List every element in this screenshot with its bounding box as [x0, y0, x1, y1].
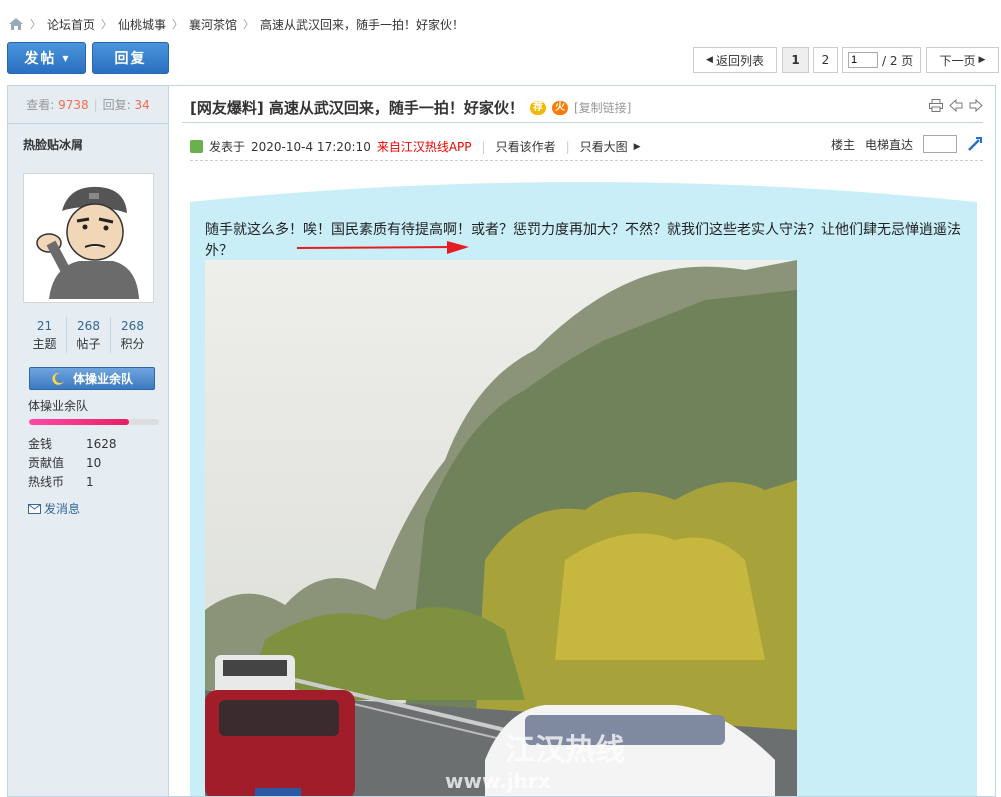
views-count: 9738 — [58, 97, 89, 112]
hot-badge: 火 — [551, 100, 568, 115]
page-1-button[interactable]: 1 — [782, 47, 809, 73]
chevron-right-icon: 〉 — [243, 18, 255, 31]
copy-link[interactable]: [复制链接] — [574, 99, 631, 116]
post-container: 查看: 9738 | 回复: 34 热脸贴冰屑 21 主题 268 帖子 268… — [7, 85, 996, 797]
divider: | — [481, 139, 486, 154]
only-big-image-link[interactable]: 只看大图 — [580, 138, 628, 155]
back-to-list-label: 返回列表 — [715, 53, 764, 68]
floor-jump-label: 电梯直达 — [864, 137, 913, 152]
caret-down-icon: ▼ — [62, 53, 69, 63]
breadcrumb-forum-home[interactable]: 论坛首页 — [47, 16, 95, 33]
floor-jump-input[interactable] — [923, 135, 957, 153]
floor-label: 楼主 — [830, 137, 855, 152]
send-message-label: 发消息 — [44, 502, 81, 516]
contribution-row: 贡献值 10 — [28, 453, 117, 472]
post-meta: 发表于 2020-10-4 17:20:10 来自江汉热线APP | 只看该作者… — [190, 138, 641, 155]
recommend-badge: 荐 — [529, 100, 546, 115]
new-post-button[interactable]: 发帖 ▼ — [7, 42, 86, 74]
views-label: 查看: — [26, 98, 55, 112]
page-input[interactable] — [848, 52, 878, 68]
meta-divider — [190, 160, 983, 161]
money-value: 1628 — [86, 436, 117, 451]
posted-label: 发表于 — [209, 140, 246, 154]
experience-bar-fill — [29, 419, 130, 425]
avatar[interactable] — [23, 173, 154, 303]
caret-left-icon: ◀ — [706, 55, 713, 65]
photo-watermark: 江汉热线 — [505, 733, 625, 768]
breadcrumb-thread[interactable]: 高速从武汉回来，随手一拍！好家伙！ — [260, 16, 464, 33]
chevron-right-icon: 〉 — [101, 18, 113, 31]
thread-title: [网友爆料] 高速从武汉回来，随手一拍！好家伙！ — [190, 99, 524, 117]
author-profile: 金钱 1628 贡献值 10 热线币 1 — [28, 434, 117, 491]
posts-count[interactable]: 268 帖子 — [67, 317, 111, 353]
home-icon[interactable] — [8, 17, 24, 31]
moon-icon — [52, 372, 64, 385]
posts-label: 帖子 — [76, 337, 101, 351]
only-author-link[interactable]: 只看该作者 — [496, 138, 556, 155]
envelope-icon — [28, 503, 41, 514]
next-page-button[interactable]: 下一页 ▶ — [926, 47, 999, 73]
page-jump: / 2 页 — [842, 47, 921, 73]
contribution-value: 10 — [86, 455, 102, 470]
send-message-link[interactable]: 发消息 — [28, 500, 80, 517]
user-group-badge-label: 体操业余队 — [72, 372, 133, 386]
breadcrumb-city[interactable]: 仙桃城事 — [118, 16, 166, 33]
threads-value: 21 — [36, 319, 53, 333]
post-meta-right: 楼主 电梯直达 — [831, 135, 983, 153]
title-divider — [182, 122, 983, 123]
next-thread-icon[interactable] — [969, 99, 983, 112]
threads-label: 主题 — [32, 337, 57, 351]
replies-label: 回复: — [102, 98, 131, 112]
jump-go-icon[interactable] — [967, 136, 983, 152]
chevron-right-icon: 〉 — [172, 18, 184, 31]
coin-label: 热线币 — [28, 475, 65, 489]
thread-stats: 查看: 9738 | 回复: 34 — [8, 86, 168, 124]
contribution-label: 贡献值 — [28, 456, 65, 470]
author-sidebar: 查看: 9738 | 回复: 34 热脸贴冰屑 21 主题 268 帖子 268… — [8, 86, 169, 796]
page-total-label: / 2 页 — [882, 53, 914, 68]
divider: | — [93, 97, 98, 112]
pagination: ◀ 返回列表 1 2 / 2 页 下一页 ▶ — [693, 47, 999, 73]
posted-time: 2020-10-4 17:20:10 — [251, 139, 371, 154]
next-page-label: 下一页 — [939, 53, 976, 68]
coin-row: 热线币 1 — [28, 472, 117, 491]
caret-right-icon: ▶ — [978, 55, 986, 65]
print-icon[interactable] — [929, 99, 943, 112]
threads-count[interactable]: 21 主题 — [23, 317, 67, 353]
breadcrumb: 〉 论坛首页 〉 仙桃城事 〉 襄河茶馆 〉 高速从武汉回来，随手一拍！好家伙！ — [8, 14, 464, 34]
chevron-right-icon: 〉 — [30, 18, 41, 31]
coin-value: 1 — [86, 474, 94, 489]
caret-right-icon: ▶ — [633, 141, 641, 152]
replies-count: 34 — [134, 97, 150, 112]
user-group-badge[interactable]: 体操业余队 — [29, 367, 155, 390]
breadcrumb-board[interactable]: 襄河茶馆 — [189, 16, 237, 33]
credits-count[interactable]: 268 积分 — [111, 317, 154, 353]
author-counts: 21 主题 268 帖子 268 积分 — [23, 317, 154, 353]
reply-label: 回复 — [114, 51, 147, 67]
red-arrow-annotation — [297, 241, 469, 254]
new-post-label: 发帖 — [24, 51, 57, 67]
post-photo[interactable]: 江汉热线 www.jhrx — [205, 260, 797, 796]
credits-value: 268 — [121, 319, 144, 333]
photo-watermark-url: www.jhrx — [445, 769, 551, 793]
background-arch — [190, 172, 977, 202]
user-group-name: 体操业余队 — [28, 399, 89, 413]
post-content: [网友爆料] 高速从武汉回来，随手一拍！好家伙！ 荐 火 [复制链接] 发表于 … — [170, 86, 995, 796]
previous-thread-icon[interactable] — [949, 99, 963, 112]
thread-title-row: [网友爆料] 高速从武汉回来，随手一拍！好家伙！ 荐 火 [复制链接] — [190, 97, 631, 118]
author-name[interactable]: 热脸贴冰屑 — [8, 124, 168, 153]
reply-button[interactable]: 回复 — [92, 42, 169, 74]
money-label: 金钱 — [28, 437, 53, 451]
page-2-button[interactable]: 2 — [813, 47, 838, 73]
back-to-list-button[interactable]: ◀ 返回列表 — [693, 47, 777, 73]
money-row: 金钱 1628 — [28, 434, 117, 453]
title-tools — [929, 99, 983, 112]
online-status-icon — [190, 140, 203, 153]
experience-bar — [29, 419, 159, 425]
credits-label: 积分 — [120, 337, 145, 351]
post-source[interactable]: 来自江汉热线APP — [377, 138, 472, 155]
divider: | — [565, 139, 570, 154]
posts-value: 268 — [77, 319, 100, 333]
